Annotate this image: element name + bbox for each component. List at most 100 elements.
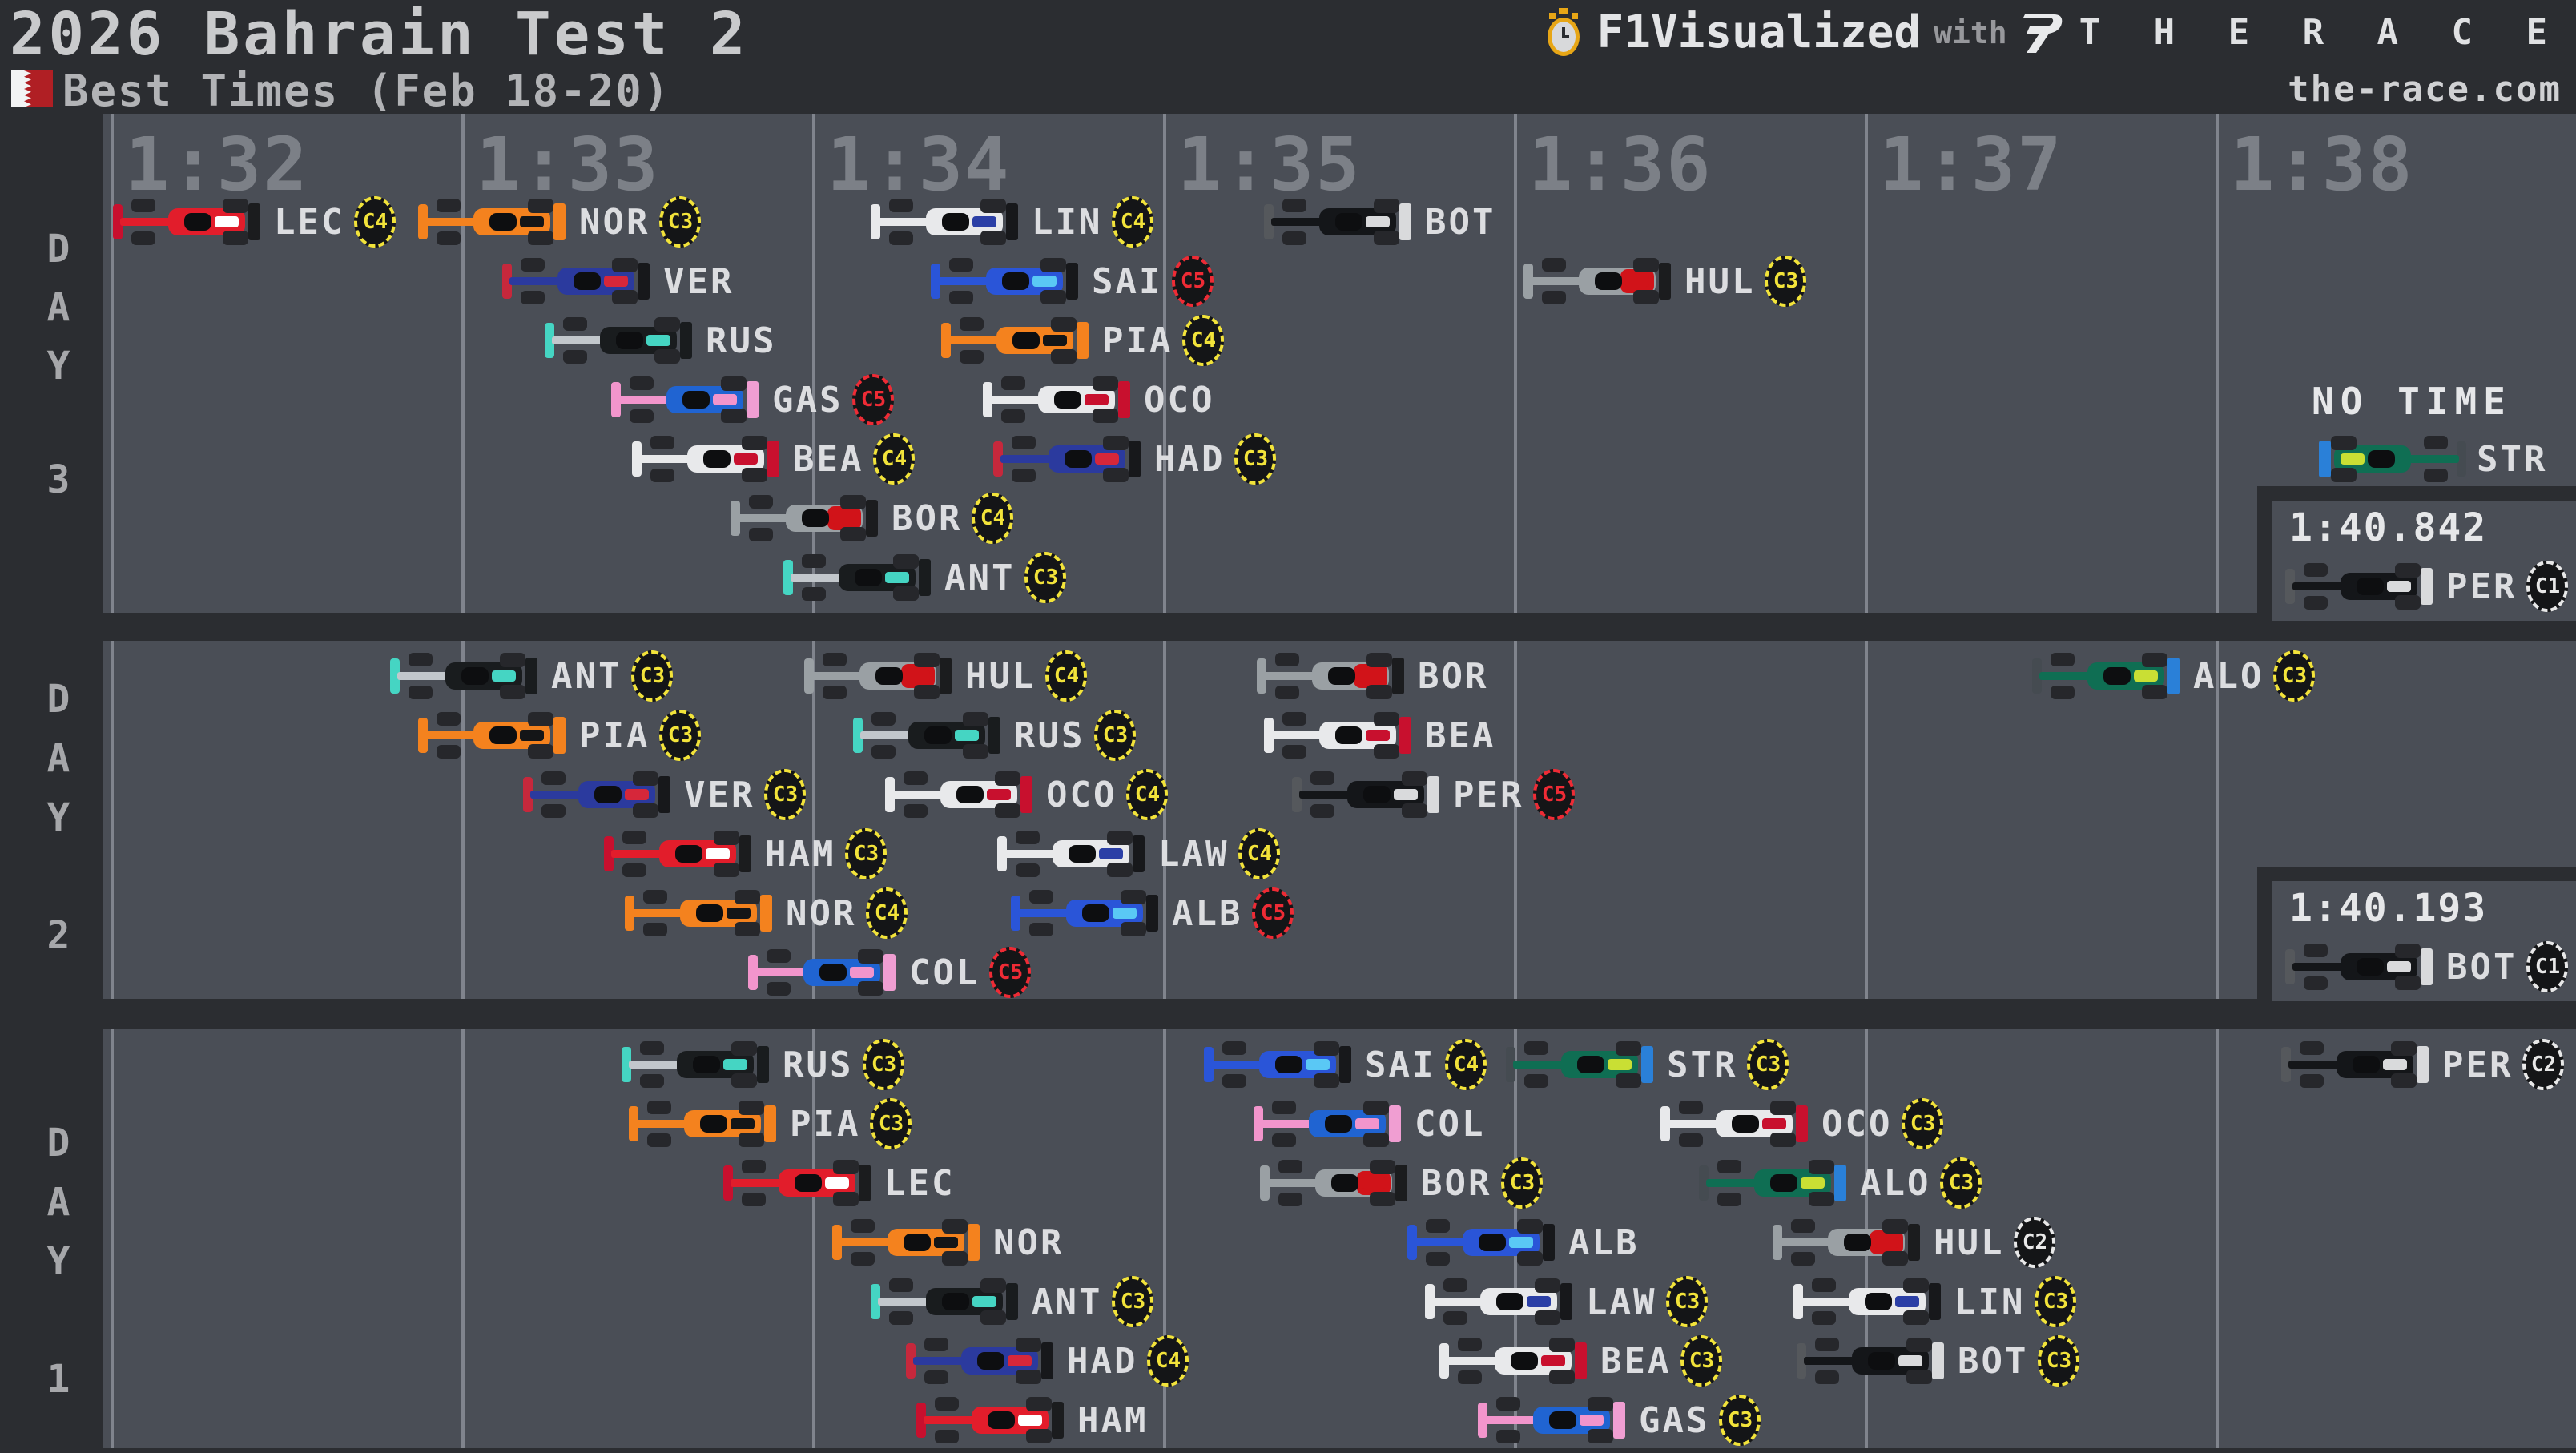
car-entry-bea: BEAC3 — [1439, 1338, 1722, 1384]
axis-tick-label: 1:38 — [2230, 122, 2414, 207]
axis-tick-label: 1:37 — [1879, 122, 2063, 207]
tyre-badge-C3: C3 — [1234, 433, 1276, 485]
car-entry-oco: OCOC3 — [1660, 1101, 1943, 1147]
car-icon-redbull — [501, 258, 654, 304]
driver-code: PER — [2446, 566, 2517, 607]
car-icon-redbull — [992, 436, 1145, 482]
driver-code: PER — [2442, 1044, 2513, 1085]
car-icon-haas — [1660, 1101, 1812, 1147]
tyre-badge-C2: C2 — [2014, 1217, 2055, 1268]
driver-code: ANT — [1032, 1282, 1102, 1322]
driver-code: PER — [1453, 775, 1523, 815]
car-entry-gas: GASC3 — [1477, 1397, 1761, 1443]
partner-site: the-race.com — [2288, 69, 2562, 110]
day-label-letter: D — [14, 677, 103, 722]
tyre-badge-C3: C3 — [1765, 256, 1806, 307]
driver-code: ALO — [1860, 1163, 1930, 1204]
driver-code: NOR — [579, 202, 650, 243]
tyre-badge-C3: C3 — [1094, 710, 1136, 761]
car-icon-mercedes — [389, 653, 541, 699]
car-entry-bor: BOR — [1256, 653, 1488, 699]
car-entry-oco: OCOC4 — [884, 771, 1168, 818]
car-entry-lin: LINC4 — [870, 199, 1153, 245]
car-icon-audi — [730, 495, 882, 541]
car-entry-bot: BOT — [1263, 199, 1495, 245]
page-subtitle: Best Times (Feb 18-20) — [62, 66, 670, 116]
car-icon-williams — [1407, 1219, 1559, 1266]
axis-tick-label: 1:35 — [1177, 122, 1362, 207]
tyre-badge-C4: C4 — [1112, 196, 1153, 248]
gridline-1:33 — [461, 1029, 465, 1448]
car-icon-aston — [1698, 1160, 1850, 1206]
brand-with: with — [1934, 15, 2007, 50]
car-entry-nor: NORC3 — [417, 199, 701, 245]
day-label-letter: A — [14, 285, 103, 330]
gridline-1:33 — [461, 114, 465, 613]
driver-code: PIA — [579, 715, 650, 756]
car-icon-mclaren — [831, 1219, 984, 1266]
car-icon-mercedes — [852, 712, 1004, 759]
gridline-1:38 — [2216, 1029, 2219, 1448]
axis-tick-label: 1:32 — [125, 122, 309, 207]
driver-code: ALB — [1568, 1222, 1639, 1263]
driver-code: PIA — [790, 1104, 860, 1145]
driver-code: PIA — [1102, 320, 1173, 361]
driver-code: GAS — [772, 380, 843, 421]
tyre-badge-C3: C3 — [1666, 1276, 1708, 1327]
driver-code: STR — [2477, 439, 2547, 480]
car-icon-cadillac — [2284, 563, 2437, 610]
driver-code: LAW — [1586, 1282, 1656, 1322]
car-icon-ferrari — [916, 1397, 1068, 1443]
car-icon-audi — [1256, 653, 1408, 699]
car-entry-alo: ALOC3 — [2031, 653, 2315, 699]
driver-code: OCO — [1144, 380, 1214, 421]
driver-code: OCO — [1821, 1104, 1892, 1145]
car-entry-pia: PIAC4 — [940, 317, 1224, 364]
car-icon-alpine — [610, 376, 763, 423]
driver-code: LIN — [1954, 1282, 2025, 1322]
car-entry-pia: PIAC3 — [417, 712, 701, 759]
tyre-badge-C5: C5 — [1172, 256, 1214, 307]
partner-name: T H E R A C E — [2079, 12, 2563, 53]
car-entry-sai: SAIC4 — [1203, 1041, 1487, 1088]
tyre-badge-C3: C3 — [1112, 1276, 1153, 1327]
car-entry-bea: BEAC4 — [631, 436, 915, 482]
car-entry-per: PERC2 — [2280, 1041, 2564, 1088]
car-icon-redbull — [522, 771, 674, 818]
car-entry-bot: BOT C1 — [2284, 944, 2568, 990]
driver-code: HUL — [1934, 1222, 2004, 1263]
car-icon-haas — [631, 436, 783, 482]
car-entry-lec: LECC4 — [112, 199, 396, 245]
car-icon-williams — [930, 258, 1082, 304]
tyre-badge-C3: C3 — [764, 769, 806, 820]
car-entry-col: COLC5 — [747, 949, 1031, 996]
driver-code: STR — [1667, 1044, 1737, 1085]
tyre-badge-C5: C5 — [1252, 887, 1294, 939]
brand-lockup: F1Visualized with T H E R A C E — [1543, 6, 2563, 58]
car-entry-hul: HULC2 — [1772, 1219, 2055, 1266]
car-icon-mclaren — [624, 890, 776, 936]
tyre-badge-C2: C2 — [2522, 1039, 2564, 1090]
car-icon-mercedes — [544, 317, 696, 364]
car-entry-had: HADC4 — [905, 1338, 1189, 1384]
axis-tick-label: 1:34 — [827, 122, 1011, 207]
car-icon-mercedes — [783, 554, 935, 601]
driver-code: COL — [909, 952, 980, 993]
day-1-panel — [103, 1029, 2576, 1448]
tyre-badge-C1: C1 — [2526, 941, 2568, 992]
car-entry-bot: BOTC3 — [1796, 1338, 2079, 1384]
car-icon-haas — [982, 376, 1134, 423]
car-entry-bor: BORC4 — [730, 495, 1013, 541]
tyre-badge-C3: C3 — [863, 1039, 904, 1090]
f1visualized-test-times-chart: 2026 Bahrain Test 2 Best Times (Feb 18-2… — [0, 0, 2576, 1453]
car-icon-cadillac — [1291, 771, 1443, 818]
car-entry-bea: BEA — [1263, 712, 1495, 759]
car-entry-ver: VER — [501, 258, 734, 304]
tyre-badge-C4: C4 — [1182, 315, 1224, 366]
gridline-1:34 — [812, 1029, 815, 1448]
car-entry-alb: ALB — [1407, 1219, 1639, 1266]
car-icon-alpine — [1253, 1101, 1405, 1147]
driver-code: ANT — [944, 557, 1015, 598]
driver-code: HAD — [1154, 439, 1225, 480]
tyre-badge-C3: C3 — [631, 650, 673, 702]
